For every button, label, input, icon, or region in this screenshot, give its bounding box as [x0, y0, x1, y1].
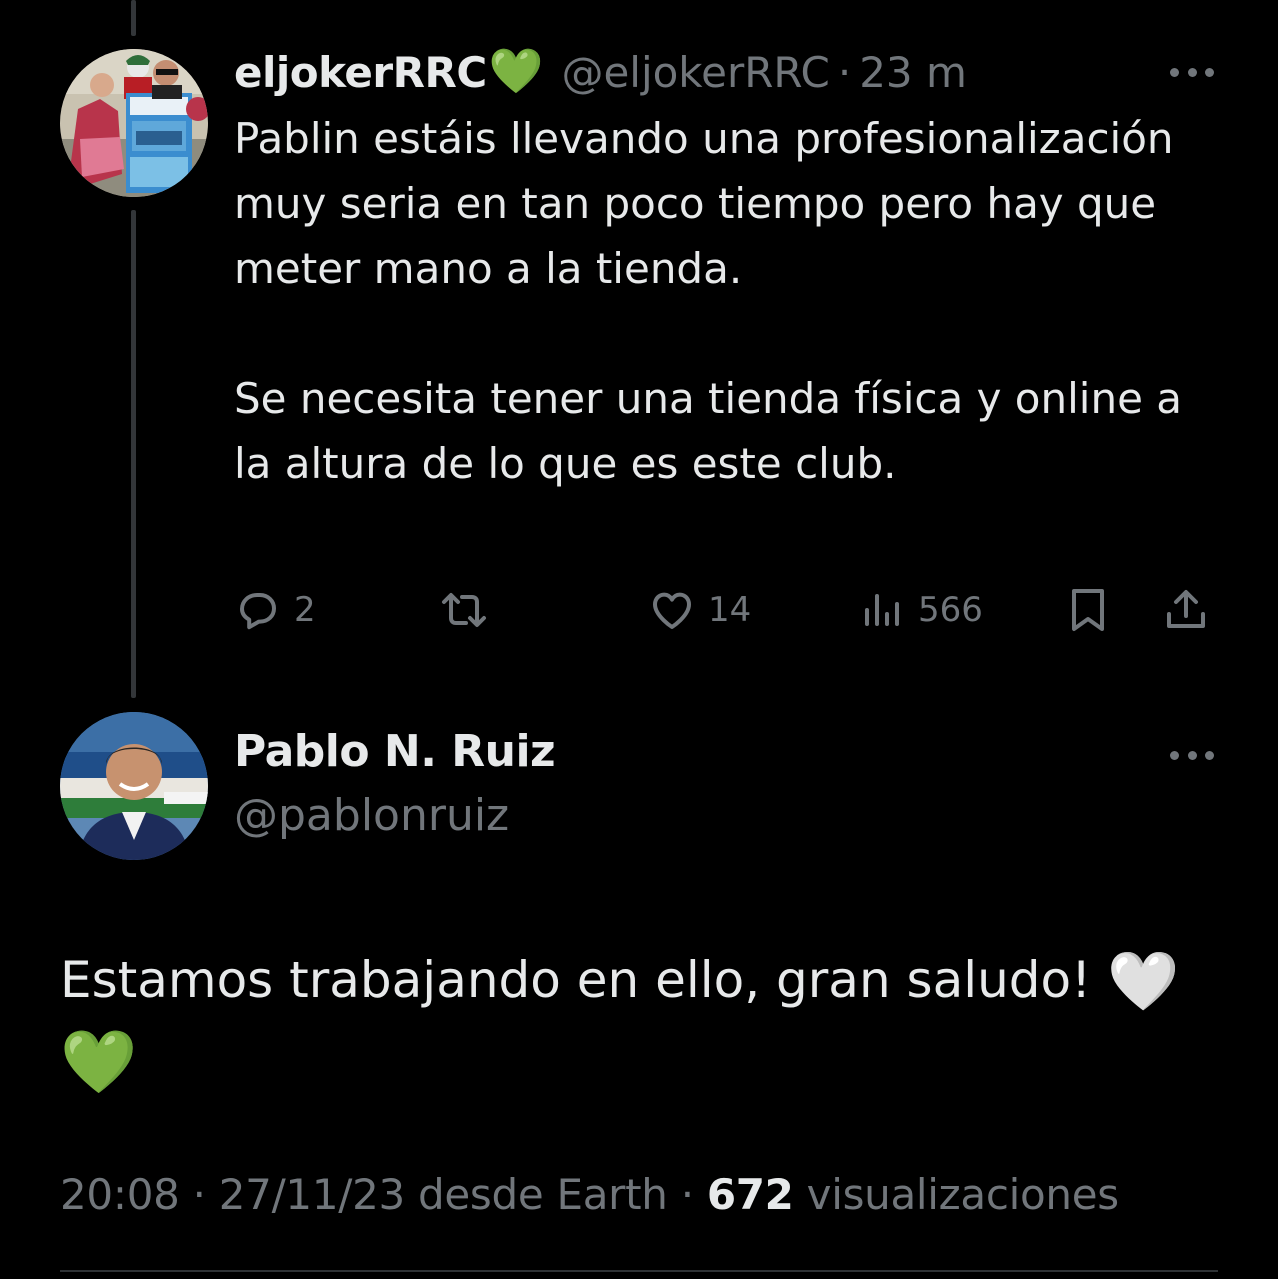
tweet2-meta: 20:08 · 27/11/23 desde Earth · 672 visua…	[60, 1170, 1119, 1219]
reply-button[interactable]: 2	[234, 580, 316, 640]
tweet2-date[interactable]: 27/11/23	[219, 1170, 406, 1219]
views-button[interactable]: 566	[858, 580, 983, 640]
tweet2-handle[interactable]: @pablonruiz	[234, 790, 509, 841]
tweet2-views-label: visualizaciones	[806, 1170, 1119, 1219]
like-count: 14	[708, 590, 752, 630]
share-button[interactable]	[1162, 580, 1210, 640]
views-icon	[865, 594, 899, 626]
tweet2-views-count[interactable]: 672	[707, 1170, 794, 1219]
retweet-icon	[442, 593, 486, 627]
tweet2-time[interactable]: 20:08	[60, 1170, 180, 1219]
tweet1-text: Pablin estáis llevando una profesionaliz…	[234, 106, 1224, 496]
avatar-eljokerrrc[interactable]	[60, 49, 208, 197]
bookmark-icon	[1072, 589, 1104, 631]
tweet2-text-block: Estamos trabajando en ello, gran saludo!…	[60, 940, 1220, 1100]
more-icon[interactable]	[1170, 66, 1214, 78]
like-button[interactable]: 14	[648, 580, 751, 640]
tweet1-action-bar: 2 14 566	[234, 580, 1214, 640]
tweet2-text: Estamos trabajando en ello, gran saludo!	[60, 951, 1092, 1009]
tweet2-source: Earth	[556, 1170, 668, 1219]
white-heart-emoji: 🤍	[1107, 947, 1180, 1015]
thread-line-top	[131, 0, 136, 36]
tweet1-header: eljokerRRC 💚 @eljokerRRC · 23 m	[234, 40, 967, 104]
like-icon	[653, 592, 691, 629]
divider	[60, 1270, 1218, 1272]
retweet-button[interactable]	[438, 580, 502, 640]
thread-line	[131, 210, 136, 698]
green-heart-emoji: 💚	[60, 1025, 138, 1098]
separator-dot: ·	[837, 47, 852, 97]
reply-count: 2	[294, 590, 316, 630]
bookmark-button[interactable]	[1064, 580, 1112, 640]
source-prefix: desde	[418, 1170, 544, 1219]
views-count: 566	[918, 590, 983, 630]
separator-dot: ·	[680, 1170, 694, 1219]
tweet2-display-name[interactable]: Pablo N. Ruiz	[234, 726, 556, 777]
green-heart-emoji: 💚	[488, 46, 544, 97]
more-icon[interactable]	[1170, 749, 1214, 761]
tweet1-paragraph-2: Se necesita tener una tienda física y on…	[234, 374, 1182, 488]
avatar-pablonruiz[interactable]	[60, 712, 208, 860]
tweet1-display-name[interactable]: eljokerRRC	[234, 48, 487, 97]
separator-dot: ·	[192, 1170, 206, 1219]
share-icon	[1167, 590, 1205, 628]
tweet1-handle[interactable]: @eljokerRRC	[561, 48, 829, 97]
tweet1-paragraph-1: Pablin estáis llevando una profesionaliz…	[234, 114, 1174, 293]
reply-icon	[240, 593, 276, 630]
tweet1-time[interactable]: 23 m	[859, 48, 967, 97]
